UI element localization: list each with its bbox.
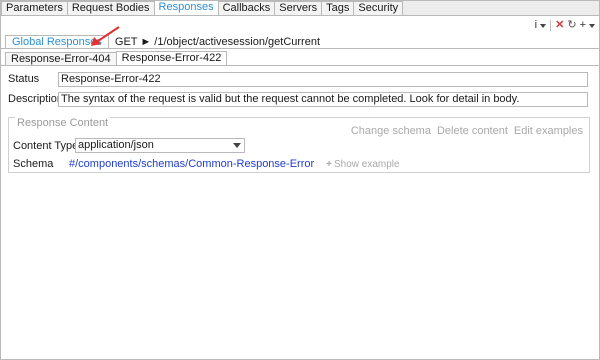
response-tab-divider	[1, 65, 599, 66]
show-example-link[interactable]: + Show example	[326, 159, 399, 170]
breadcrumb: Global Responses GET ► /1/object/actives…	[5, 34, 320, 49]
refresh-icon[interactable]: ↻	[567, 19, 576, 31]
tab-security[interactable]: Security	[353, 1, 404, 15]
content-type-select[interactable]: application/json	[75, 138, 245, 153]
editor-window: Parameters Request Bodies Responses Call…	[0, 0, 600, 360]
schema-label: Schema	[13, 158, 54, 170]
content-type-value: application/json	[78, 139, 154, 151]
schema-row: Schema #/components/schemas/Common-Respo…	[13, 156, 400, 172]
annotation-arrow-icon	[91, 26, 120, 46]
tab-request-bodies[interactable]: Request Bodies	[66, 1, 155, 15]
response-content-title: Response Content	[15, 117, 111, 129]
add-dropdown-icon[interactable]	[589, 24, 595, 28]
content-actions: Change schema Delete content Edit exampl…	[351, 125, 583, 137]
toolbar: i ✕ ↻ +	[535, 18, 595, 32]
section-tab-bar: Parameters Request Bodies Responses Call…	[1, 0, 599, 16]
tab-callbacks[interactable]: Callbacks	[217, 1, 276, 15]
change-schema-link[interactable]: Change schema	[351, 125, 431, 137]
delete-icon[interactable]: ✕	[555, 19, 564, 31]
edit-examples-link[interactable]: Edit examples	[514, 125, 583, 137]
status-row: Status Response-Error-422	[8, 71, 588, 87]
delete-content-link[interactable]: Delete content	[437, 125, 508, 137]
tab-tags[interactable]: Tags	[321, 1, 355, 15]
description-field[interactable]: The syntax of the request is valid but t…	[58, 91, 588, 107]
status-label: Status	[8, 73, 40, 85]
status-field[interactable]: Response-Error-422	[58, 71, 588, 87]
tab-response-error-422[interactable]: Response-Error-422	[115, 51, 228, 66]
tab-parameters[interactable]: Parameters	[1, 1, 68, 15]
toolbar-separator	[550, 19, 552, 31]
description-label: Description	[8, 93, 64, 105]
tab-response-error-404[interactable]: Response-Error-404	[5, 52, 117, 66]
info-dropdown-icon[interactable]	[540, 24, 547, 28]
response-tab-bar: Response-Error-404 Response-Error-422	[5, 51, 228, 66]
add-icon[interactable]: +	[580, 19, 586, 31]
info-icon[interactable]: i	[535, 19, 537, 31]
content-type-label: Content Type	[13, 140, 79, 152]
show-example-label: Show example	[334, 158, 400, 170]
description-row: Description The syntax of the request is…	[8, 91, 588, 107]
schema-reference-link[interactable]: #/components/schemas/Common-Response-Err…	[69, 158, 314, 170]
tab-responses[interactable]: Responses	[153, 0, 219, 15]
plus-icon: +	[326, 158, 332, 170]
chevron-down-icon	[233, 143, 241, 148]
tab-servers[interactable]: Servers	[274, 1, 323, 15]
content-type-row: Content Type	[13, 138, 79, 154]
